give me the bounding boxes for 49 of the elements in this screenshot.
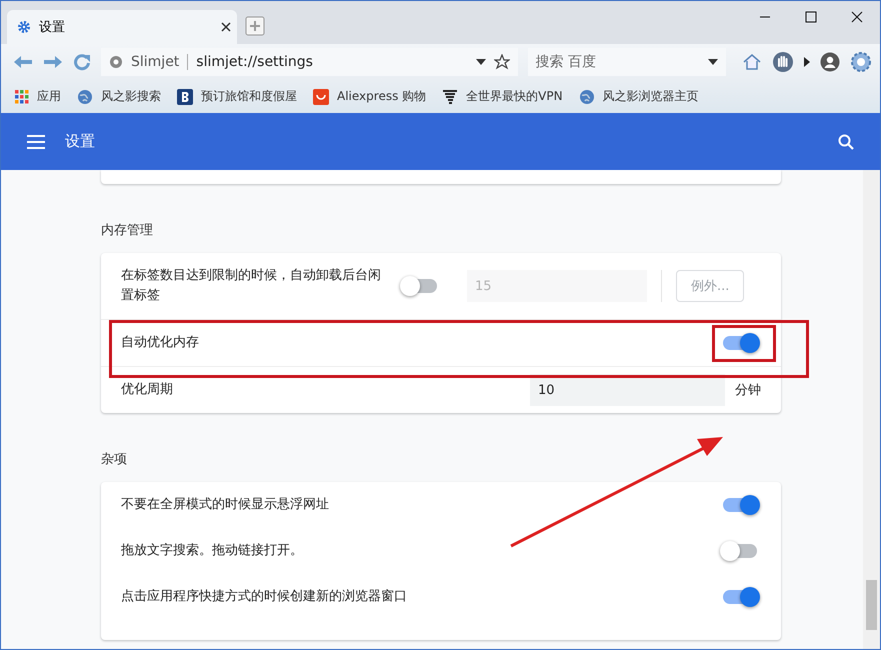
dropdown-caret-icon[interactable] (476, 59, 486, 65)
close-tab-icon[interactable] (221, 22, 231, 32)
section-title: 杂项 (101, 451, 128, 469)
unit-label: 分钟 (735, 382, 761, 399)
search-icon[interactable] (838, 134, 854, 150)
toggle-switch[interactable] (723, 590, 757, 604)
bookmark[interactable]: 风之影搜索 (77, 88, 161, 105)
forward-icon[interactable] (43, 55, 63, 69)
search-field[interactable]: 搜索 百度 (528, 48, 726, 76)
setting-label: 优化周期 (121, 381, 174, 399)
shopping-bag-icon (313, 88, 329, 104)
bookmark[interactable]: 预订旅馆和度假屋 (177, 88, 297, 105)
toggle-switch[interactable] (403, 279, 437, 293)
account-icon[interactable] (820, 52, 840, 72)
home-icon[interactable] (742, 52, 762, 72)
address-bar[interactable]: Slimjet slimjet://settings (101, 48, 518, 76)
apps-grid-icon (15, 90, 29, 104)
new-tab-icon[interactable] (245, 16, 265, 36)
toggle-switch[interactable] (723, 336, 757, 350)
b-logo-icon (177, 88, 193, 104)
dropdown-caret-icon[interactable] (708, 59, 718, 65)
setting-label: 在标签数目达到限制的时候，自动卸载后台闲置标签 (121, 267, 382, 305)
toggle-switch[interactable] (723, 544, 757, 558)
settings-icon[interactable] (850, 51, 872, 73)
gear-icon (17, 20, 31, 34)
bookmark[interactable]: 全世界最快的VPN (442, 88, 563, 105)
hand-icon[interactable] (772, 51, 794, 73)
reload-icon[interactable] (73, 53, 91, 71)
menu-icon[interactable] (27, 134, 45, 148)
browser-tab[interactable]: 设置 (7, 10, 237, 44)
bookmark[interactable]: 风之影浏览器主页 (578, 88, 699, 105)
back-icon[interactable] (13, 55, 33, 69)
dropdown[interactable]: 10 (530, 374, 725, 406)
setting-label: 点击应用程序快捷方式的时候创建新的浏览器窗口 (121, 588, 408, 606)
star-icon[interactable] (494, 54, 510, 70)
tornado-icon (442, 88, 458, 104)
setting-label: 自动优化内存 (121, 334, 200, 352)
bookmark[interactable]: 应用 (15, 88, 61, 105)
tab-title: 设置 (39, 19, 66, 36)
scrollbar[interactable] (863, 170, 880, 649)
page-title: 设置 (65, 132, 95, 151)
close-icon[interactable] (851, 11, 863, 23)
setting-label: 拖放文字搜索。拖动链接打开。 (121, 542, 304, 560)
section-title: 内存管理 (101, 222, 154, 240)
setting-label: 不要在全屏模式的时候显示悬浮网址 (121, 496, 330, 514)
caret-icon[interactable] (804, 57, 810, 67)
maximize-icon[interactable] (805, 11, 817, 23)
bookmark[interactable]: Aliexpress 购物 (313, 88, 426, 105)
toggle-switch[interactable] (723, 498, 757, 512)
